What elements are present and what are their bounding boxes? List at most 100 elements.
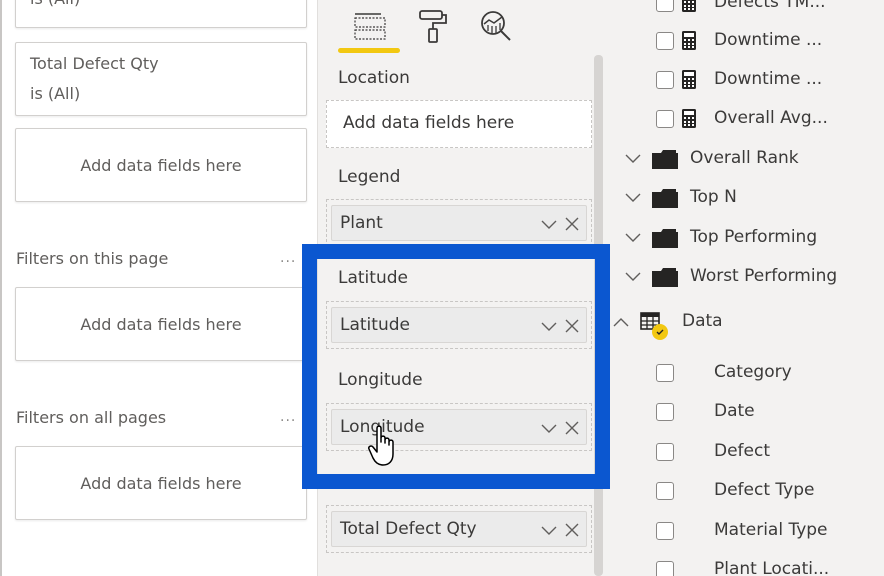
folder-icon	[652, 189, 678, 208]
field-label: Material Type	[714, 520, 828, 540]
field-item[interactable]: Defect	[608, 440, 884, 466]
pill-label: Longitude	[340, 417, 425, 437]
pill-label: Latitude	[340, 315, 410, 335]
folder-item-overall-rank[interactable]: Overall Rank	[608, 147, 884, 173]
calculator-icon	[682, 0, 696, 12]
remove-field-icon[interactable]	[563, 317, 581, 335]
chevron-up-icon[interactable]	[612, 314, 630, 330]
drop-zone-label: Add data fields here	[80, 474, 242, 493]
well-label-legend: Legend	[338, 167, 401, 187]
tab-analytics[interactable]	[476, 6, 516, 46]
chevron-down-icon[interactable]	[624, 269, 642, 285]
drop-zone-label: Add data fields here	[80, 315, 242, 334]
field-item[interactable]: Downtime ...	[608, 29, 884, 55]
visual-filter-drop-zone[interactable]: Add data fields here	[15, 128, 307, 202]
folder-label: Top Performing	[690, 227, 818, 247]
calculator-icon	[682, 31, 696, 50]
filter-card-title: Total Defect Qty	[30, 54, 159, 73]
selected-badge-icon	[652, 324, 668, 340]
pill-label: Total Defect Qty	[340, 519, 477, 539]
field-item[interactable]: Downtime ...	[608, 68, 884, 94]
field-label: Category	[714, 362, 792, 382]
folder-item-top-n[interactable]: Top N	[608, 186, 884, 212]
checkbox[interactable]	[656, 0, 674, 12]
checkbox[interactable]	[656, 443, 674, 461]
checkbox[interactable]	[656, 110, 674, 128]
field-label: Date	[714, 401, 755, 421]
checkbox[interactable]	[656, 403, 674, 421]
paint-roller-icon	[419, 10, 447, 43]
well-label-location: Location	[338, 68, 410, 88]
field-item[interactable]: Plant Locati...	[608, 558, 884, 576]
checkbox[interactable]	[656, 71, 674, 89]
location-well[interactable]: Add data fields here	[326, 100, 592, 148]
page-filter-drop-zone[interactable]: Add data fields here	[15, 287, 307, 361]
chevron-down-icon[interactable]	[540, 419, 558, 437]
latitude-well: Latitude	[326, 301, 592, 349]
field-pill-longitude[interactable]: Longitude	[331, 409, 587, 445]
page-filters-more-button[interactable]: ...	[280, 250, 296, 266]
folder-icon	[652, 150, 678, 169]
field-pill-total-defect-qty[interactable]: Total Defect Qty	[331, 511, 587, 547]
folder-icon	[652, 268, 678, 287]
chevron-down-icon[interactable]	[624, 230, 642, 246]
chevron-down-icon[interactable]	[624, 190, 642, 206]
checkbox[interactable]	[656, 32, 674, 50]
pill-label: Plant	[340, 213, 383, 233]
field-label: Defect	[714, 441, 771, 461]
folder-label: Overall Rank	[690, 148, 799, 168]
field-label: Overall Avg...	[714, 108, 828, 128]
tab-format[interactable]	[413, 6, 453, 46]
well-placeholder: Add data fields here	[343, 113, 515, 133]
filters-on-all-pages-label: Filters on all pages	[16, 408, 167, 427]
size-well: Total Defect Qty	[326, 505, 592, 553]
checkbox[interactable]	[656, 364, 674, 382]
legend-well: Plant	[326, 199, 592, 247]
remove-field-icon[interactable]	[563, 215, 581, 233]
chevron-down-icon[interactable]	[624, 151, 642, 167]
field-item[interactable]: Defects TM...	[608, 0, 884, 17]
remove-field-icon[interactable]	[563, 419, 581, 437]
chevron-down-icon[interactable]	[540, 215, 558, 233]
folder-item-worst-performing[interactable]: Worst Performing	[608, 265, 884, 291]
filter-card-total-defect-qty[interactable]: Total Defect Qty is (All)	[15, 42, 307, 116]
filters-on-this-page-label: Filters on this page	[16, 249, 169, 268]
checkbox[interactable]	[656, 482, 674, 500]
filter-card-status: is (All)	[30, 0, 80, 8]
calculator-icon	[682, 70, 696, 89]
analytics-icon	[481, 11, 511, 41]
field-pill-latitude[interactable]: Latitude	[331, 307, 587, 343]
field-label: Defect Type	[714, 480, 815, 500]
field-item[interactable]: Defect Type	[608, 479, 884, 505]
chevron-down-icon[interactable]	[540, 521, 558, 539]
all-pages-filters-more-button[interactable]: ...	[280, 409, 296, 425]
visualizations-pane: Location Add data fields here Legend Pla…	[318, 0, 608, 576]
field-label: Downtime ...	[714, 30, 823, 50]
viz-pane-scrollbar[interactable]	[594, 55, 603, 576]
field-item[interactable]: Material Type	[608, 519, 884, 545]
folder-item-top-performing[interactable]: Top Performing	[608, 226, 884, 252]
field-label: Plant Locati...	[714, 559, 830, 576]
field-pill-plant[interactable]: Plant	[331, 205, 587, 241]
table-item-data[interactable]: Data	[608, 310, 884, 340]
fields-pane: Defects TM... Downtime ... Downtime ... …	[608, 0, 884, 576]
all-pages-filter-drop-zone[interactable]: Add data fields here	[15, 446, 307, 520]
field-item[interactable]: Date	[608, 400, 884, 426]
field-item[interactable]: Category	[608, 361, 884, 387]
checkbox[interactable]	[656, 561, 674, 576]
chevron-down-icon[interactable]	[540, 317, 558, 335]
well-label-latitude: Latitude	[338, 268, 408, 288]
field-label: Defects TM...	[714, 0, 826, 12]
drop-zone-label: Add data fields here	[80, 156, 242, 175]
table-label: Data	[682, 311, 723, 331]
filter-card-top[interactable]: is (All)	[15, 0, 307, 28]
folder-label: Top N	[690, 187, 737, 207]
folder-icon	[652, 229, 678, 248]
field-item[interactable]: Overall Avg...	[608, 107, 884, 133]
well-label-longitude: Longitude	[338, 370, 423, 390]
checkbox[interactable]	[656, 522, 674, 540]
active-tab-indicator	[338, 48, 400, 53]
tab-fields[interactable]	[350, 6, 390, 46]
remove-field-icon[interactable]	[563, 521, 581, 539]
field-label: Downtime ...	[714, 69, 823, 89]
